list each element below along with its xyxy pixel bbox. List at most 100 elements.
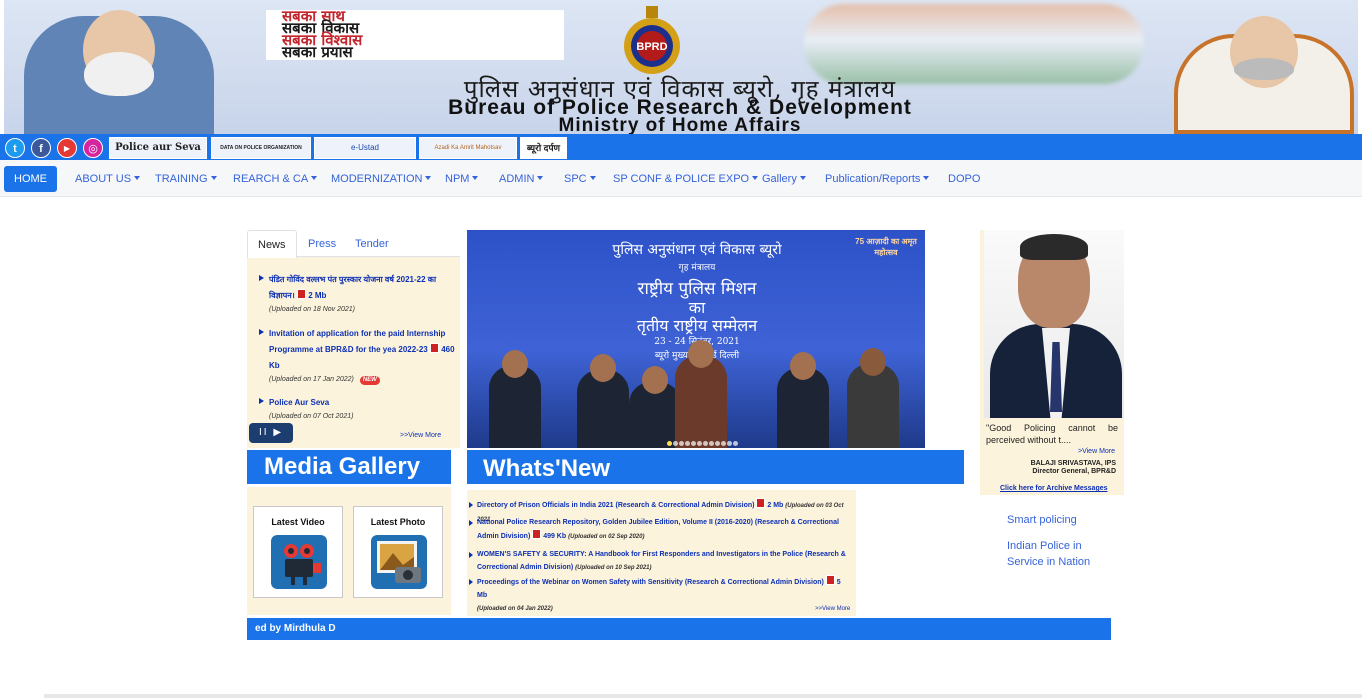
nav-publication-reports[interactable]: Publication/Reports [825,166,930,192]
slide-caption: गृह मंत्रालय [678,263,716,273]
youtube-icon[interactable]: ▶ [57,138,77,158]
carousel-indicator-dot[interactable] [697,441,702,446]
carousel-indicator-dot[interactable] [721,441,726,446]
caret-right-icon [469,502,473,508]
chevron-down-icon [472,176,479,180]
whats-new-view-more-link[interactable]: >>View More [815,606,850,612]
home-minister-photo [1174,16,1354,134]
slide-caption: तृतीय राष्ट्रीय सम्मेलन [636,316,758,335]
chevron-down-icon [425,176,432,180]
facebook-icon[interactable]: f [31,138,51,158]
chevron-down-icon [210,176,217,180]
carousel-indicator-dot[interactable] [691,441,696,446]
caret-right-icon [259,398,264,404]
carousel-indicator-dot[interactable] [709,441,714,446]
dg-view-more-link[interactable]: >View More [1078,448,1115,455]
slide-caption: पुलिस अनुसंधान एवं विकास ब्यूरो [612,242,782,258]
nav-training[interactable]: TRAINING [155,166,217,192]
chevron-down-icon [752,176,759,180]
chevron-down-icon [537,176,544,180]
news-view-more-link[interactable]: >>View More [400,432,441,439]
carousel-indicator-dot[interactable] [673,441,678,446]
slide-photo-people [477,340,917,448]
news-panel: News Press Tender पंडित गोविंद वल्लभ पंत… [247,230,460,448]
carousel-indicator-dot[interactable] [733,441,738,446]
quick-links-bar: t f ▶ ◎ Police aur Seva DATA ON POLICE O… [0,134,1362,160]
nav-research[interactable]: REARCH & CA [233,166,318,192]
twitter-icon[interactable]: t [5,138,25,158]
caret-right-icon [469,520,473,526]
archive-messages-link[interactable]: Click here for Archive Messages [1000,485,1108,492]
nav-modernization[interactable]: MODERNIZATION [331,166,432,192]
nav-admin[interactable]: ADMIN [499,166,544,192]
pdf-icon [532,529,542,539]
slogan-line: सबका प्रयास [282,43,353,61]
whats-new-item[interactable]: Proceedings of the Webinar on Women Safe… [469,575,851,616]
police-aur-seva-link[interactable]: Police aur Seva [109,137,207,159]
nav-spc[interactable]: SPC [564,166,596,192]
page-divider [44,694,1362,698]
smart-policing-link[interactable]: Smart policing [1007,512,1097,528]
data-on-police-organization-link[interactable]: DATA ON POLICE ORGANIZATION [211,137,311,159]
whats-new-panel: Directory of Prison Officials in India 2… [467,490,856,616]
whats-new-item[interactable]: National Police Research Repository, Gol… [469,516,851,544]
pdf-icon [429,343,439,353]
caret-right-icon [259,329,264,335]
bprd-emblem-logo: BPRD [624,6,680,74]
carousel-indicator-dot[interactable] [715,441,720,446]
new-badge: NEW [359,376,380,385]
caret-right-icon [469,579,473,585]
nav-npm[interactable]: NPM [445,166,479,192]
video-camera-icon [271,535,327,589]
chevron-down-icon [589,176,596,180]
photo-camera-icon [371,535,427,589]
ministry-title: Ministry of Home Affairs [558,115,802,134]
carousel-indicator-dot[interactable] [727,441,732,446]
nav-home[interactable]: HOME [4,166,57,192]
whats-new-heading: Whats'New [467,450,964,484]
main-navbar: HOME ABOUT US TRAINING REARCH & CA MODER… [0,160,1362,197]
carousel-indicator-dot[interactable] [679,441,684,446]
carousel-indicator-dot[interactable] [685,441,690,446]
dg-quote: "Good Policing cannot be perceived witho… [986,423,1118,445]
pdf-icon [296,289,306,299]
media-gallery-panel: Latest Video Latest Photo [247,487,451,615]
azadi-ka-amrit-mahotsav-link[interactable]: Azadi Ka Amrit Mahotsav [419,137,517,159]
director-general-card: "Good Policing cannot be perceived witho… [980,230,1124,495]
chevron-down-icon [799,176,806,180]
nav-dopo[interactable]: DOPO [948,166,980,192]
prime-minister-photo [24,10,214,134]
news-item[interactable]: Invitation of application for the paid I… [259,326,455,386]
latest-video-card[interactable]: Latest Video [253,506,343,598]
carousel-indicator-dot[interactable] [703,441,708,446]
tab-news[interactable]: News [247,230,297,258]
slogan-box: सबका साथ सबका विकास सबका विश्वास सबका प्… [266,9,564,61]
media-gallery-heading: Media Gallery [247,450,451,484]
image-carousel[interactable]: पुलिस अनुसंधान एवं विकास ब्यूरो गृह मंत्… [467,230,925,448]
director-general-photo [984,230,1124,418]
nav-gallery[interactable]: Gallery [762,166,806,192]
indian-police-in-service-link[interactable]: Indian Police in Service in Nation [1007,538,1097,570]
tab-press[interactable]: Press [308,230,336,258]
whats-new-item[interactable]: WOMEN'S SAFETY & SECURITY: A Handbook fo… [469,548,851,575]
pdf-icon [825,575,835,585]
nav-sp-conf-police-expo[interactable]: SP CONF & POLICE EXPO [613,166,759,192]
azadi-logo: 75 आज़ादी का अमृत महोत्सव [855,237,917,257]
tab-tender[interactable]: Tender [355,230,389,258]
carousel-indicator-dot[interactable] [667,441,672,446]
instagram-icon[interactable]: ◎ [83,138,103,158]
news-item[interactable]: पंडित गोविंद वल्लभ पंत पुरस्कार योजना वर… [259,272,455,316]
bureau-darpan-link[interactable]: ब्यूरो दर्पण [520,137,567,159]
caret-right-icon [469,552,473,558]
nav-about-us[interactable]: ABOUT US [75,166,141,192]
footer-marquee: ed by Mirdhula D [247,618,1111,640]
chevron-down-icon [311,176,318,180]
pdf-icon [756,498,766,508]
pause-play-button[interactable]: II ▶ [249,423,293,443]
e-ustad-link[interactable]: e-Ustad [314,137,416,159]
chevron-down-icon [134,176,141,180]
header-banner: सबका साथ सबका विकास सबका विश्वास सबका प्… [4,0,1358,134]
chevron-down-icon [923,176,930,180]
latest-photo-card[interactable]: Latest Photo [353,506,443,598]
news-item[interactable]: Police Aur Seva (Uploaded on 07 Oct 2021… [259,395,455,423]
